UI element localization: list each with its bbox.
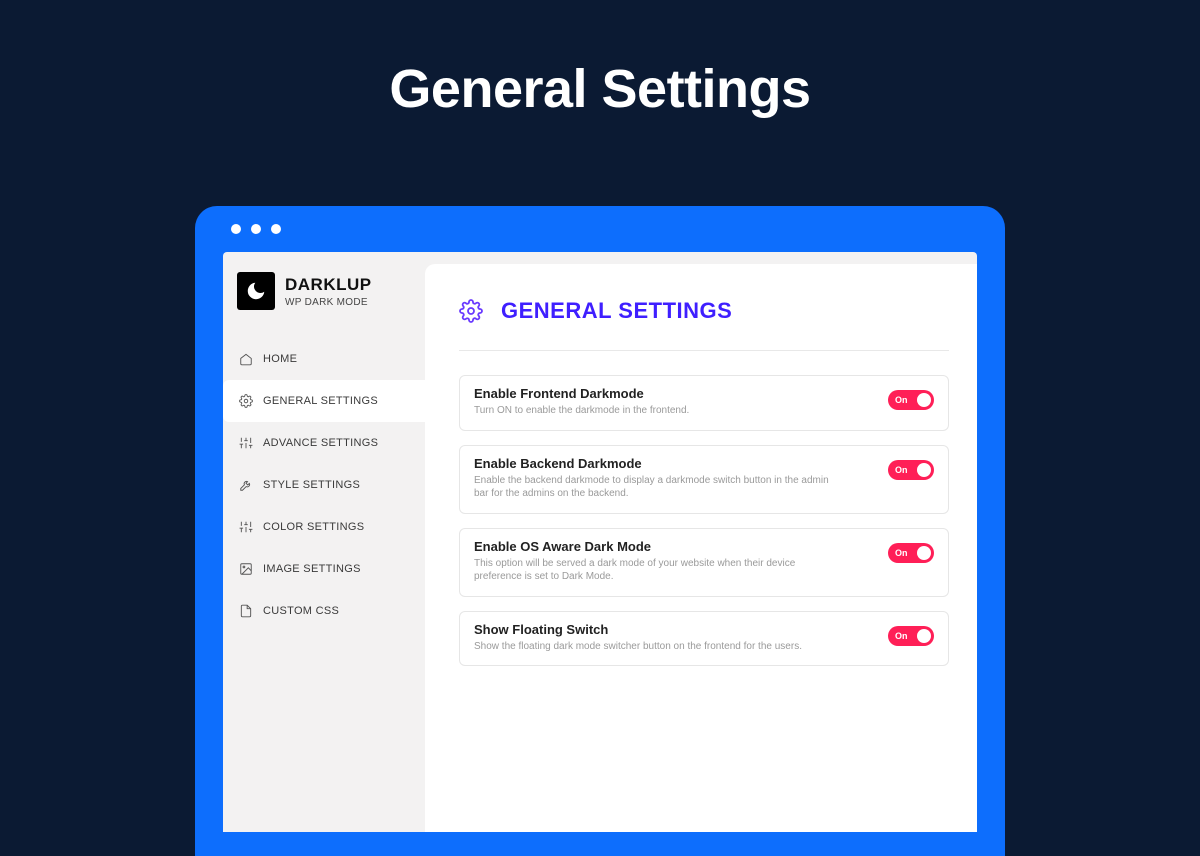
brand-name: DARKLUP bbox=[285, 275, 372, 295]
gear-icon bbox=[239, 394, 253, 408]
home-icon bbox=[239, 352, 253, 366]
brand-subtitle: WP DARK MODE bbox=[285, 297, 372, 308]
moon-icon bbox=[245, 280, 267, 302]
brand-text: DARKLUP WP DARK MODE bbox=[285, 275, 372, 308]
toggle-os-aware-darkmode[interactable]: On bbox=[888, 543, 934, 563]
setting-description: Enable the backend darkmode to display a… bbox=[474, 474, 844, 501]
setting-description: Turn ON to enable the darkmode in the fr… bbox=[474, 404, 689, 418]
setting-title: Enable Backend Darkmode bbox=[474, 456, 844, 471]
sidebar-item-label: GENERAL SETTINGS bbox=[263, 395, 378, 407]
brand: DARKLUP WP DARK MODE bbox=[223, 272, 425, 338]
gear-icon bbox=[459, 299, 483, 323]
setting-row-floating-switch: Show Floating Switch Show the floating d… bbox=[459, 611, 949, 667]
window-dot bbox=[271, 224, 281, 234]
setting-row-frontend-darkmode: Enable Frontend Darkmode Turn ON to enab… bbox=[459, 375, 949, 431]
window-dot bbox=[251, 224, 261, 234]
setting-text: Show Floating Switch Show the floating d… bbox=[474, 622, 802, 654]
setting-row-backend-darkmode: Enable Backend Darkmode Enable the backe… bbox=[459, 445, 949, 514]
window-dot bbox=[231, 224, 241, 234]
toggle-floating-switch[interactable]: On bbox=[888, 626, 934, 646]
setting-text: Enable OS Aware Dark Mode This option wi… bbox=[474, 539, 844, 584]
palette-icon bbox=[239, 520, 253, 534]
sidebar: DARKLUP WP DARK MODE HOME GENERAL SETTIN… bbox=[223, 252, 425, 832]
app-frame: DARKLUP WP DARK MODE HOME GENERAL SETTIN… bbox=[223, 252, 977, 832]
sidebar-item-general-settings[interactable]: GENERAL SETTINGS bbox=[223, 380, 425, 422]
toggle-frontend-darkmode[interactable]: On bbox=[888, 390, 934, 410]
sidebar-item-custom-css[interactable]: CUSTOM CSS bbox=[223, 590, 425, 632]
setting-title: Enable Frontend Darkmode bbox=[474, 386, 689, 401]
setting-title: Show Floating Switch bbox=[474, 622, 802, 637]
sidebar-item-label: STYLE SETTINGS bbox=[263, 479, 360, 491]
main-panel: GENERAL SETTINGS Enable Frontend Darkmod… bbox=[425, 264, 977, 832]
sidebar-item-color-settings[interactable]: COLOR SETTINGS bbox=[223, 506, 425, 548]
window-controls bbox=[195, 224, 1005, 252]
panel-title: GENERAL SETTINGS bbox=[501, 298, 732, 324]
sidebar-item-image-settings[interactable]: IMAGE SETTINGS bbox=[223, 548, 425, 590]
browser-window: DARKLUP WP DARK MODE HOME GENERAL SETTIN… bbox=[195, 206, 1005, 856]
sidebar-nav: HOME GENERAL SETTINGS ADVANCE SETTINGS bbox=[223, 338, 425, 632]
sidebar-item-label: CUSTOM CSS bbox=[263, 605, 339, 617]
toggle-backend-darkmode[interactable]: On bbox=[888, 460, 934, 480]
setting-title: Enable OS Aware Dark Mode bbox=[474, 539, 844, 554]
setting-description: Show the floating dark mode switcher but… bbox=[474, 640, 802, 654]
sidebar-item-label: HOME bbox=[263, 353, 297, 365]
tools-icon bbox=[239, 478, 253, 492]
sidebar-item-home[interactable]: HOME bbox=[223, 338, 425, 380]
sidebar-item-label: COLOR SETTINGS bbox=[263, 521, 364, 533]
sidebar-item-label: ADVANCE SETTINGS bbox=[263, 437, 378, 449]
sliders-icon bbox=[239, 436, 253, 450]
setting-description: This option will be served a dark mode o… bbox=[474, 557, 844, 584]
panel-header: GENERAL SETTINGS bbox=[459, 298, 949, 351]
file-code-icon bbox=[239, 604, 253, 618]
sidebar-item-style-settings[interactable]: STYLE SETTINGS bbox=[223, 464, 425, 506]
setting-text: Enable Frontend Darkmode Turn ON to enab… bbox=[474, 386, 689, 418]
image-icon bbox=[239, 562, 253, 576]
sidebar-item-advance-settings[interactable]: ADVANCE SETTINGS bbox=[223, 422, 425, 464]
setting-row-os-aware-darkmode: Enable OS Aware Dark Mode This option wi… bbox=[459, 528, 949, 597]
sidebar-item-label: IMAGE SETTINGS bbox=[263, 563, 361, 575]
setting-text: Enable Backend Darkmode Enable the backe… bbox=[474, 456, 844, 501]
hero-title: General Settings bbox=[0, 0, 1200, 120]
brand-logo bbox=[237, 272, 275, 310]
